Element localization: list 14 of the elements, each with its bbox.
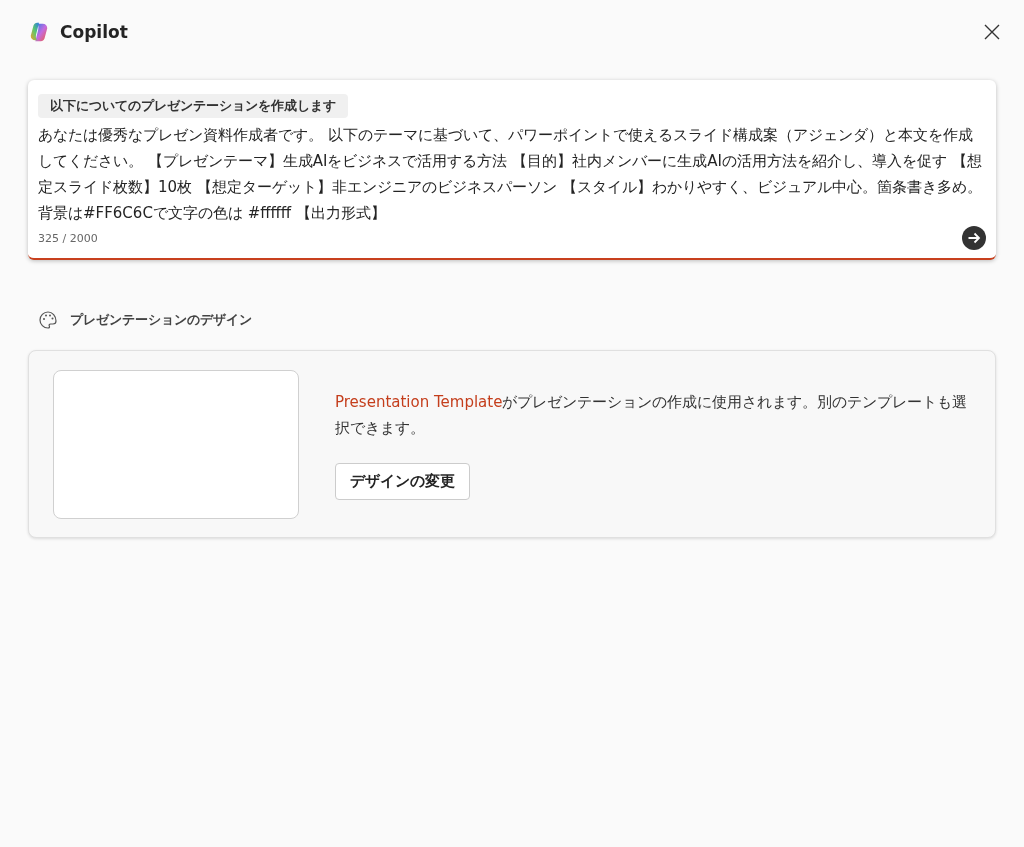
change-design-button[interactable]: デザインの変更 xyxy=(335,462,470,500)
character-counter: 325 / 2000 xyxy=(38,231,98,245)
section-heading: プレゼンテーションのデザイン xyxy=(70,311,252,329)
palette-icon xyxy=(38,310,58,330)
send-arrow-button[interactable] xyxy=(962,226,986,250)
prompt-field[interactable] xyxy=(28,80,996,260)
template-description: Presentation Templateがプレゼンテーションの作成に使用されます。別のテンプレートも選択できます。 xyxy=(335,391,969,439)
app-title: Copilot xyxy=(60,22,128,42)
close-icon[interactable] xyxy=(984,24,1000,40)
prompt-tag: 以下についてのプレゼンテーションを作成します xyxy=(38,94,348,118)
prompt-text: あなたは優秀なプレゼン資料作成者です。 以下のテーマに基づいて、パワーポイントで使えるスライド構成案（アジェンダ）と本文を作成してください。 【プレゼンテーマ】生成AIをビジネスで活用する方法 【目的】社内メンバーに生成AIの活用方法を紹介し、導入を促す 【想定スライド枚数】10枚 【想定ターゲット】非エンジニアのビジネスパーソン 【スタイル】わかりやすく、ビジュアル中心。箇条書き多め。背景は#FF6C6Cで文字の色は #ffffff 【出力形式】 xyxy=(38,125,983,224)
template-thumbnail[interactable] xyxy=(53,369,299,519)
template-link[interactable]: Presentation Template xyxy=(335,392,503,411)
copilot-logo-icon xyxy=(28,21,50,43)
